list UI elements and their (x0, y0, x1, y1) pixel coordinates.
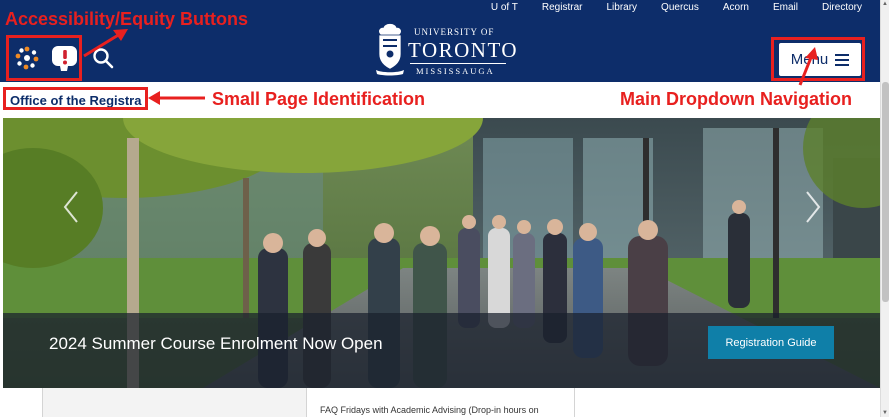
carousel-next-icon[interactable] (803, 190, 823, 224)
scroll-down-icon[interactable]: ▼ (882, 410, 888, 416)
news-card-title: FAQ Fridays with Academic Advising (Drop… (320, 405, 539, 415)
registration-guide-button[interactable]: Registration Guide (708, 326, 834, 359)
news-card[interactable] (574, 388, 840, 417)
hero-carousel: 2024 Summer Course Enrolment Now Open Re… (3, 118, 880, 388)
news-card[interactable] (42, 388, 306, 417)
carousel-prev-icon[interactable] (61, 190, 81, 224)
news-card[interactable]: FAQ Fridays with Academic Advising (Drop… (306, 388, 574, 417)
scroll-thumb[interactable] (882, 82, 889, 302)
page-scrollbar[interactable]: ▲ ▼ (880, 0, 889, 417)
scroll-up-icon[interactable]: ▲ (882, 1, 888, 7)
news-cards-row: FAQ Fridays with Academic Advising (Drop… (0, 388, 880, 417)
annotation-arrows (83, 29, 818, 105)
hero-caption: 2024 Summer Course Enrolment Now Open (49, 334, 383, 353)
